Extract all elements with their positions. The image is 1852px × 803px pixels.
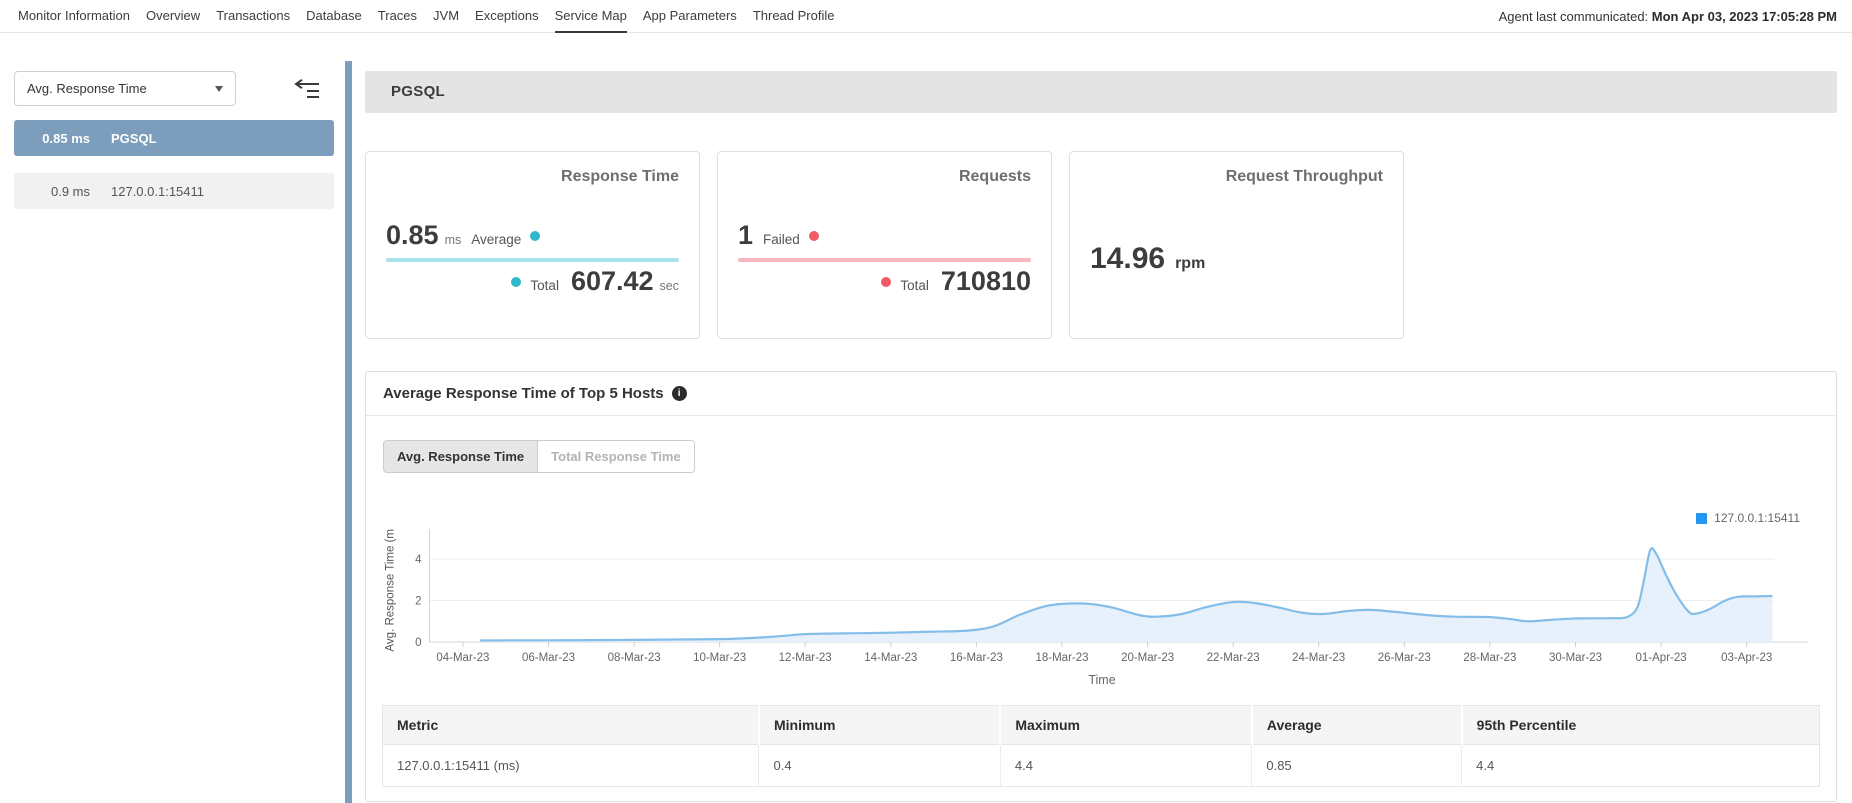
agent-last-communicated: Agent last communicated: Mon Apr 03, 202…	[1499, 9, 1837, 24]
svg-text:26-Mar-23: 26-Mar-23	[1378, 652, 1431, 664]
requests-card: Requests 1 Failed Total 710810	[717, 151, 1052, 339]
table-header-row: Metric Minimum Maximum Average 95th Perc…	[382, 705, 1820, 745]
average-label: Average	[471, 232, 522, 247]
table-cell-maximum: 4.4	[999, 744, 1252, 787]
nav-monitor-information[interactable]: Monitor Information	[18, 0, 130, 33]
failed-label: Failed	[763, 232, 800, 247]
table-header-minimum: Minimum	[757, 705, 1001, 745]
svg-text:22-Mar-23: 22-Mar-23	[1207, 652, 1260, 664]
sidebar-item-name: PGSQL	[111, 130, 157, 146]
collapse-sidebar-icon[interactable]	[294, 79, 321, 98]
legend-swatch-icon	[1696, 512, 1708, 524]
total-requests-value: 710810	[940, 266, 1031, 296]
svg-text:12-Mar-23: 12-Mar-23	[779, 652, 832, 664]
tab-total-response-time[interactable]: Total Response Time	[538, 441, 694, 472]
response-time-accent-line	[386, 258, 679, 262]
sidebar-item-host[interactable]: 0.9 ms 127.0.0.1:15411	[14, 173, 334, 209]
nav-thread-profile[interactable]: Thread Profile	[753, 0, 835, 33]
svg-text:16-Mar-23: 16-Mar-23	[950, 652, 1003, 664]
card-title: Requests	[958, 168, 1031, 185]
agent-timestamp: Mon Apr 03, 2023 17:05:28 PM	[1651, 8, 1837, 24]
table-header-maximum: Maximum	[999, 705, 1252, 745]
total-label: Total	[900, 278, 929, 293]
average-dot-icon	[530, 230, 541, 241]
total-response-value: 607.42	[570, 266, 654, 296]
table-row: 127.0.0.1:15411 (ms) 0.4 4.4 0.85 4.4	[383, 744, 1820, 787]
svg-text:2: 2	[415, 596, 421, 608]
chart-region: 127.0.0.1:15411 0 2 4 04-Mar-23 06-Mar-23 08-…	[380, 511, 1822, 687]
table-header-metric: Metric	[382, 705, 759, 745]
nav-app-parameters[interactable]: App Parameters	[643, 0, 737, 33]
svg-text:Time: Time	[1088, 673, 1115, 687]
agent-label: Agent last communicated:	[1498, 8, 1649, 24]
info-icon[interactable]: i	[671, 386, 687, 401]
nav-service-map[interactable]: Service Map	[555, 0, 627, 33]
nav-exceptions[interactable]: Exceptions	[475, 0, 539, 33]
failed-dot-icon	[808, 230, 819, 241]
response-time-card: Response Time 0.85 ms Average Total 607.…	[365, 151, 700, 339]
svg-text:24-Mar-23: 24-Mar-23	[1292, 652, 1345, 664]
svg-text:10-Mar-23: 10-Mar-23	[693, 652, 746, 664]
legend-item[interactable]: 127.0.0.1:15411	[380, 511, 1822, 525]
svg-text:Avg. Response Time (ms): Avg. Response Time (ms)	[385, 529, 397, 652]
table-cell-average: 0.85	[1251, 744, 1462, 787]
page-title: PGSQL	[365, 71, 1837, 113]
sidebar-item-name: 127.0.0.1:15411	[111, 183, 205, 199]
request-throughput-card: Request Throughput 14.96 rpm	[1069, 151, 1404, 339]
svg-text:01-Apr-23: 01-Apr-23	[1636, 652, 1687, 664]
nav-overview[interactable]: Overview	[146, 0, 200, 33]
table-cell-metric: 127.0.0.1:15411 (ms)	[397, 758, 520, 773]
hosts-sidebar: Avg. Response Time 0.85 ms PGSQL 0.9 ms …	[0, 33, 345, 803]
total-requests-dot-icon	[881, 276, 892, 287]
sidebar-item-value: 0.85 ms	[42, 130, 90, 146]
total-label: Total	[530, 278, 559, 293]
svg-text:14-Mar-23: 14-Mar-23	[864, 652, 917, 664]
metric-stats-table: Metric Minimum Maximum Average 95th Perc…	[382, 705, 1820, 787]
main-content: PGSQL Response Time 0.85 ms Average Tota…	[352, 33, 1852, 803]
metric-select-dropdown[interactable]: Avg. Response Time	[14, 71, 236, 106]
svg-text:04-Mar-23: 04-Mar-23	[436, 652, 489, 664]
chevron-down-icon	[215, 85, 223, 92]
svg-text:06-Mar-23: 06-Mar-23	[522, 652, 575, 664]
svg-text:0: 0	[415, 637, 421, 649]
throughput-unit: rpm	[1175, 255, 1206, 272]
requests-accent-line	[738, 258, 1031, 262]
sidebar-item-pgsql[interactable]: 0.85 ms PGSQL	[14, 120, 334, 156]
avg-response-unit: ms	[444, 233, 462, 247]
svg-text:03-Apr-23: 03-Apr-23	[1721, 652, 1772, 664]
nav-jvm[interactable]: JVM	[433, 0, 459, 33]
svg-text:28-Mar-23: 28-Mar-23	[1463, 652, 1516, 664]
sidebar-item-value: 0.9 ms	[50, 183, 90, 199]
total-response-unit: sec	[659, 279, 679, 293]
response-time-toggle: Avg. Response Time Total Response Time	[383, 440, 695, 473]
card-title: Request Throughput	[1225, 168, 1383, 185]
svg-text:20-Mar-23: 20-Mar-23	[1121, 652, 1174, 664]
table-cell-95th-percentile: 4.4	[1461, 744, 1820, 787]
metric-select-value: Avg. Response Time	[27, 81, 147, 96]
failed-requests-value: 1	[738, 220, 754, 250]
total-dot-icon	[511, 276, 522, 287]
svg-text:30-Mar-23: 30-Mar-23	[1549, 652, 1602, 664]
metric-cards-row: Response Time 0.85 ms Average Total 607.…	[365, 151, 1837, 339]
legend-label: 127.0.0.1:15411	[1714, 511, 1800, 525]
area-chart-plot[interactable]: 0 2 4 04-Mar-23 06-Mar-23 08-Mar-23 10-Mar-23 1…	[380, 529, 1822, 687]
svg-text:18-Mar-23: 18-Mar-23	[1035, 652, 1088, 664]
avg-response-time-panel: Average Response Time of Top 5 Hosts i A…	[365, 371, 1837, 802]
throughput-value: 14.96	[1090, 242, 1166, 275]
card-title: Response Time	[561, 168, 679, 185]
panel-title: Average Response Time of Top 5 Hosts	[383, 385, 664, 402]
nav-traces[interactable]: Traces	[378, 0, 417, 33]
table-header-95th-percentile: 95th Percentile	[1460, 705, 1820, 745]
nav-database[interactable]: Database	[306, 0, 362, 33]
sidebar-divider-bar	[345, 61, 352, 803]
svg-text:08-Mar-23: 08-Mar-23	[608, 652, 661, 664]
table-cell-minimum: 0.4	[758, 744, 1001, 787]
tab-avg-response-time[interactable]: Avg. Response Time	[384, 441, 539, 472]
table-header-average: Average	[1250, 705, 1462, 745]
top-navigation: Monitor Information Overview Transaction…	[0, 0, 1852, 33]
nav-transactions[interactable]: Transactions	[216, 0, 290, 33]
svg-text:4: 4	[415, 554, 422, 566]
avg-response-value: 0.85	[386, 220, 439, 250]
